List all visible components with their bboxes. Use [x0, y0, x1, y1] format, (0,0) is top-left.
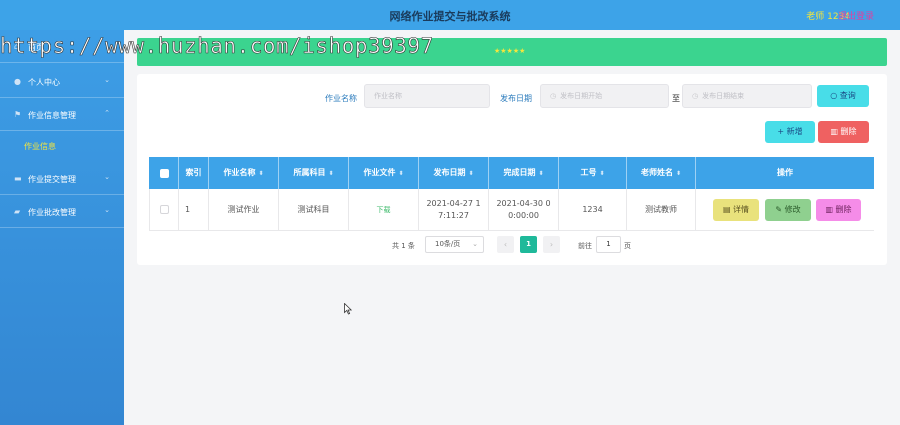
cell-file: 下载 [349, 189, 419, 231]
sidebar-subitem-homework-info[interactable]: 作业信息 [0, 131, 124, 159]
row-select-cell [150, 189, 179, 231]
trash-icon: ▥ [830, 127, 841, 136]
watermark-url: https://www.huzhan.com/ishop39397 [0, 34, 434, 59]
select-all-cell [149, 157, 179, 189]
chevron-down-icon: ⌄ [104, 206, 110, 214]
clock-icon: ◷ [550, 92, 557, 100]
download-link[interactable]: 下载 [377, 204, 391, 216]
sort-icon: ⬍ [328, 170, 334, 177]
flag-icon: ⚑ [14, 110, 22, 119]
clock-icon: ◷ [692, 92, 699, 100]
column-header-subject[interactable]: 所属科目 ⬍ [279, 157, 349, 189]
column-header-actions: 操作 [777, 168, 793, 177]
date-end-placeholder: 发布日期结束 [702, 92, 745, 100]
plus-icon: + [777, 127, 787, 136]
cell-subject: 测试科目 [279, 189, 349, 231]
sort-icon: ⬍ [675, 170, 682, 177]
sort-icon: ⬍ [398, 170, 404, 177]
sidebar-item-grading[interactable]: ▰ 作业批改管理 ⌄ [0, 195, 124, 228]
add-button-label: 新增 [786, 127, 803, 136]
app-title: 网络作业提交与批改系统 [389, 10, 511, 23]
sidebar-item-homework-info[interactable]: ⚑ 作业信息管理 ⌃ [0, 98, 124, 131]
table-header: 索引 作业名称 ⬍ 所属科目 ⬍ 作业文件 ⬍ 发布日期 ⬍ 完成日期 ⬍ 工号 ⬍ 老师姓… [149, 157, 874, 189]
sidebar-item-label: 作业批改管理 [28, 208, 76, 217]
chevron-down-icon: ⌄ [104, 173, 110, 181]
sidebar-item-label: 个人中心 [28, 78, 60, 87]
box-icon: ▰ [14, 207, 21, 216]
column-header-publish-date[interactable]: 发布日期 ⬍ [419, 157, 489, 189]
logout-link[interactable]: 退出登录 [838, 9, 874, 22]
sort-icon: ⬍ [599, 170, 605, 177]
name-filter-placeholder: 作业名称 [374, 92, 402, 100]
date-start-input[interactable]: ◷ 发布日期开始 [540, 84, 669, 108]
document-icon: ▤ [722, 205, 734, 214]
prev-page-button[interactable]: ‹ [497, 236, 514, 253]
trash-icon: ▥ [825, 205, 836, 214]
cell-finish-date: 2021-04-30 0 0:00:00 [489, 189, 559, 231]
batch-delete-label: 删除 [840, 127, 857, 136]
page-size-select[interactable]: 10条/页 ⌄ [425, 236, 484, 253]
date-end-input[interactable]: ◷ 发布日期结束 [682, 84, 812, 108]
column-header-index: 索引 [179, 157, 209, 189]
page-unit-label: 页 [624, 242, 631, 250]
chevron-down-icon: ⌄ [472, 240, 478, 248]
batch-delete-button[interactable]: ▥ 删除 [818, 121, 869, 143]
column-header-finish-date[interactable]: 完成日期 ⬍ [489, 157, 559, 189]
sidebar-item-submission[interactable]: ▬ 作业提交管理 ⌄ [0, 162, 124, 195]
next-page-button[interactable]: › [543, 236, 560, 253]
sort-icon: ⬍ [468, 170, 474, 177]
date-range-separator: 至 [672, 94, 680, 103]
stars-rating: ★★★★★ [494, 47, 526, 55]
sidebar: ⌂ 首页 ● 个人中心 ⌄ ⚑ 作业信息管理 ⌃ 作业信息 ▬ 作业提交管理 ⌄… [0, 30, 124, 425]
column-header-teacher[interactable]: 老师姓名 ⬍ [627, 157, 696, 189]
sort-icon: ⬍ [258, 170, 264, 177]
sort-icon: ⬍ [538, 170, 544, 177]
search-icon: ○ [830, 91, 840, 100]
cell-publish-date: 2021-04-27 1 7:11:27 [419, 189, 489, 231]
folder-icon: ▬ [14, 174, 22, 183]
sidebar-item-label: 作业提交管理 [28, 175, 76, 184]
cell-index: 1 [179, 189, 209, 231]
sidebar-item-profile[interactable]: ● 个人中心 ⌄ [0, 65, 124, 98]
mouse-cursor-icon [344, 303, 352, 315]
date-start-placeholder: 发布日期开始 [560, 92, 603, 100]
add-button[interactable]: + 新增 [765, 121, 815, 143]
cell-work-no: 1234 [559, 189, 627, 231]
search-button-label: 查询 [839, 91, 856, 100]
pencil-icon: ✎ [775, 205, 785, 214]
cell-teacher: 测试教师 [627, 189, 696, 231]
sidebar-item-label: 作业信息管理 [28, 111, 76, 120]
pagination-total: 共 1 条 [392, 242, 415, 250]
column-header-work-no[interactable]: 工号 ⬍ [559, 157, 627, 189]
delete-button[interactable]: ▥ 删除 [816, 199, 861, 221]
current-page-button[interactable]: 1 [520, 236, 537, 253]
column-header-file[interactable]: 作业文件 ⬍ [349, 157, 419, 189]
user-icon: ● [14, 77, 21, 86]
chevron-up-icon: ⌃ [104, 109, 110, 117]
date-filter-label: 发布日期 [500, 94, 532, 103]
select-all-checkbox[interactable] [160, 169, 169, 178]
sidebar-subitem-label: 作业信息 [24, 142, 56, 151]
detail-button[interactable]: ▤ 详情 [713, 199, 759, 221]
name-filter-input[interactable]: 作业名称 [364, 84, 490, 108]
goto-label: 前往 [578, 242, 592, 250]
cell-name: 测试作业 [209, 189, 279, 231]
name-filter-label: 作业名称 [325, 94, 357, 103]
chevron-down-icon: ⌄ [104, 76, 110, 84]
page-jump-input[interactable]: 1 [596, 236, 621, 253]
table-row: 1 测试作业 测试科目 下载 2021-04-27 1 7:11:27 2021… [149, 189, 874, 231]
column-header-name[interactable]: 作业名称 ⬍ [209, 157, 279, 189]
search-button[interactable]: ○ 查询 [817, 85, 869, 107]
top-bar: 网络作业提交与批改系统 老师 1234 退出登录 [0, 0, 900, 30]
edit-button[interactable]: ✎ 修改 [765, 199, 811, 221]
